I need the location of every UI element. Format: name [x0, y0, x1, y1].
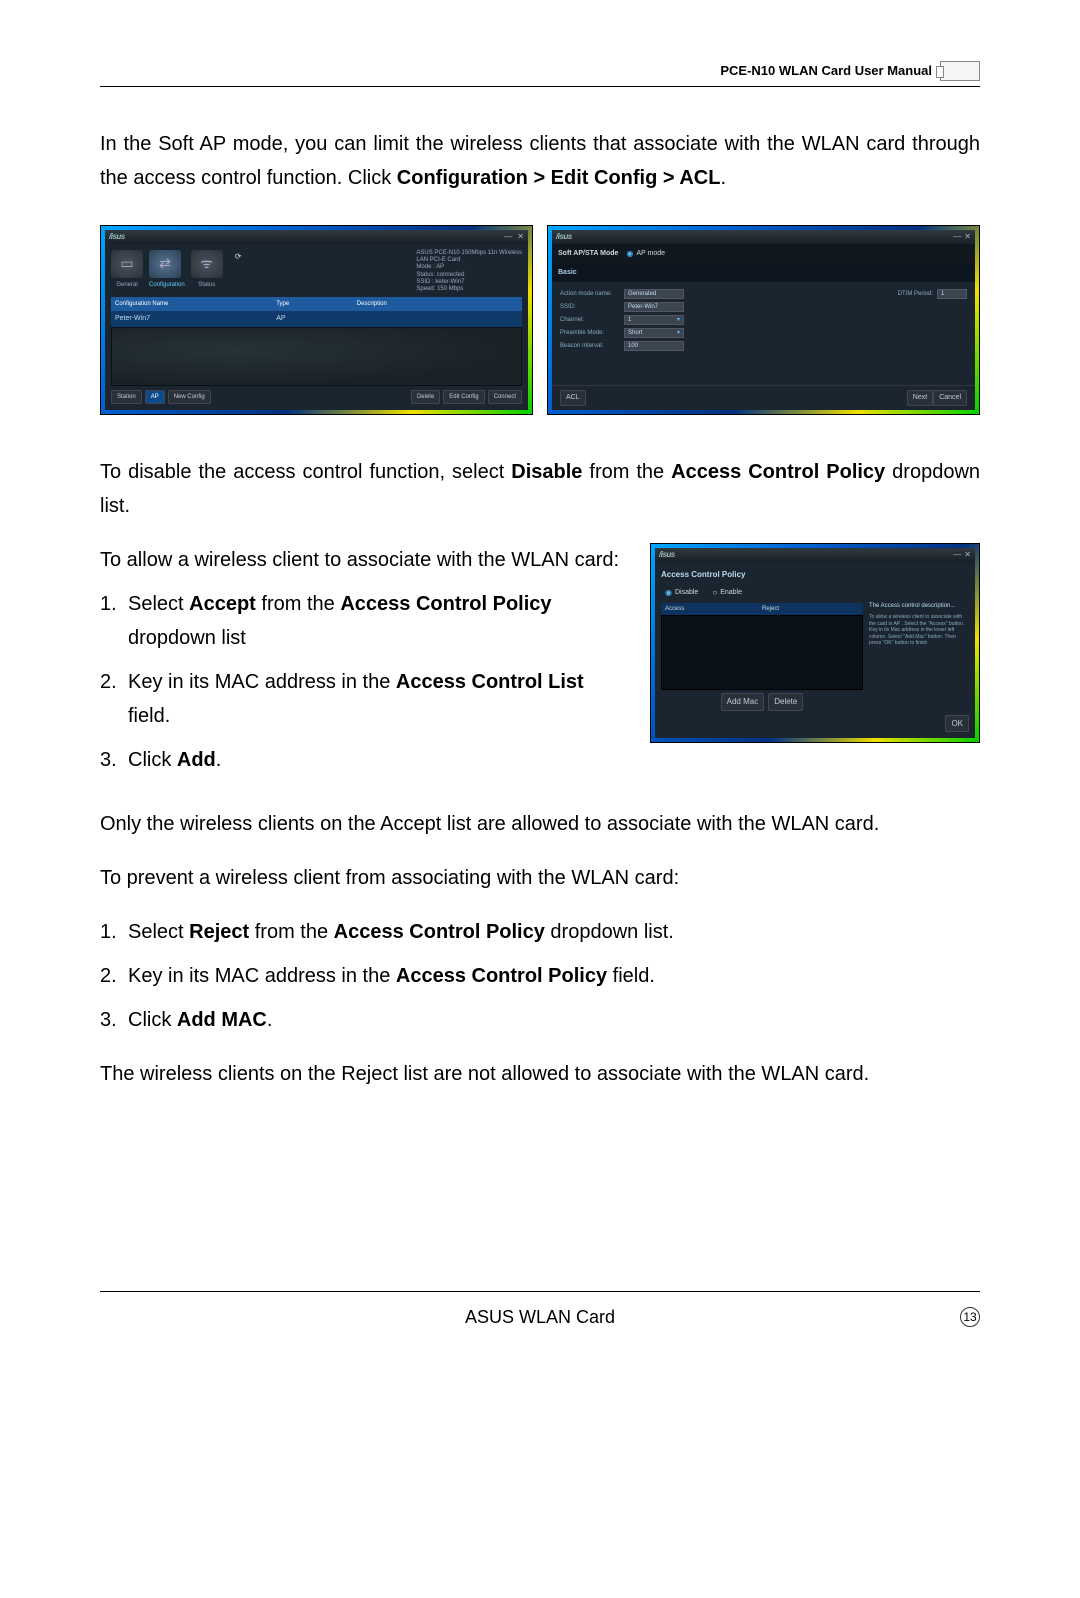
list-item: 3. Click Add MAC. — [100, 1003, 980, 1037]
titlebar: /isus —✕ — [552, 230, 975, 244]
add-mac-button[interactable]: Add Mac — [721, 693, 765, 711]
list-item: 2. Key in its MAC address in the Access … — [100, 665, 630, 733]
channel-dropdown[interactable]: 1 — [624, 315, 684, 325]
enable-radio[interactable]: Enable — [712, 586, 742, 600]
list-header: Configuration NameTypeDescription — [111, 297, 522, 311]
page-number: 13 — [960, 1307, 980, 1327]
next-button[interactable]: Next — [907, 390, 933, 406]
header-title: PCE-N10 WLAN Card User Manual — [720, 60, 932, 82]
intro-paragraph: In the Soft AP mode, you can limit the w… — [100, 127, 980, 195]
delete-button[interactable]: Delete — [411, 390, 440, 404]
ap-button[interactable]: AP — [145, 390, 165, 404]
dtim-input[interactable]: 1 — [937, 289, 967, 299]
window-controls: — ✕ — [501, 230, 524, 244]
ssid-input[interactable]: Peter-Win7 — [624, 302, 684, 312]
general-icon: ▭ — [120, 252, 133, 276]
close-icon[interactable]: ✕ — [964, 550, 971, 559]
list-item: 3. Click Add. — [100, 743, 630, 777]
screenshot-edit-config: /isus —✕ Soft AP/STA Mode AP mode Basic … — [547, 225, 980, 415]
acl-list-box — [661, 615, 863, 689]
prevent-after: The wireless clients on the Reject list … — [100, 1057, 980, 1091]
card-info: ASUS PCE-N10 150Mbps 11n Wireless LAN PC… — [416, 250, 522, 293]
screenshot-config-list: /isus — ✕ ▭ General ⇄ Configur — [100, 225, 533, 415]
prevent-steps: 1. Select Reject from the Access Control… — [100, 915, 980, 1037]
config-icon: ⇄ — [159, 252, 171, 276]
mode-row: Soft AP/STA Mode AP mode — [552, 244, 975, 264]
minimize-icon[interactable]: — — [953, 232, 961, 241]
minimize-icon[interactable]: — — [504, 232, 512, 241]
page-footer: ASUS WLAN Card 13 — [100, 1291, 980, 1333]
ap-mode-radio[interactable]: AP mode — [626, 247, 665, 261]
prevent-intro: To prevent a wireless client from associ… — [100, 861, 980, 895]
asus-logo: /isus — [556, 230, 572, 244]
allow-intro: To allow a wireless client to associate … — [100, 543, 630, 577]
ok-button[interactable]: OK — [945, 715, 969, 733]
screenshot-row: /isus — ✕ ▭ General ⇄ Configur — [100, 225, 980, 415]
close-icon[interactable]: ✕ — [517, 232, 524, 241]
preamble-dropdown[interactable]: Short — [624, 328, 684, 338]
disable-paragraph: To disable the access control function, … — [100, 455, 980, 523]
list-area — [111, 327, 522, 386]
close-icon[interactable]: ✕ — [964, 232, 971, 241]
basic-section: Basic — [552, 264, 975, 282]
acl-button[interactable]: ACL — [560, 390, 586, 406]
acl-columns: AccessReject — [661, 603, 863, 615]
action-name-input[interactable]: Generated — [624, 289, 684, 299]
connect-button[interactable]: Connect — [488, 390, 522, 404]
asus-logo: /isus — [659, 548, 675, 562]
tab-general[interactable]: ▭ General — [111, 250, 143, 290]
new-config-button[interactable]: New Config — [168, 390, 211, 404]
tab-configuration[interactable]: ⇄ Configuration — [149, 250, 185, 290]
intro-post: . — [720, 167, 726, 189]
edit-config-button[interactable]: Edit Config — [443, 390, 484, 404]
asus-logo: /isus — [109, 230, 125, 244]
allow-steps: 1. Select Accept from the Access Control… — [100, 587, 630, 777]
intro-bold: Configuration > Edit Config > ACL — [397, 167, 721, 189]
cancel-button[interactable]: Cancel — [933, 390, 967, 406]
wlan-card-icon — [940, 61, 980, 81]
minimize-icon[interactable]: — — [953, 550, 961, 559]
tab-status[interactable]: ᯤ Status — [191, 250, 223, 290]
station-button[interactable]: Station — [111, 390, 142, 404]
list-row-selected[interactable]: Peter-Win7AP — [111, 311, 522, 327]
list-item: 1. Select Accept from the Access Control… — [100, 587, 630, 655]
screenshot-acl-policy: /isus —✕ Access Control Policy Disable E… — [650, 543, 980, 743]
list-item: 1. Select Reject from the Access Control… — [100, 915, 980, 949]
list-item: 2. Key in its MAC address in the Access … — [100, 959, 980, 993]
refresh-icon[interactable]: ⟳ — [235, 250, 242, 264]
acl-footer: ACL Next Cancel — [552, 385, 975, 410]
page-header: PCE-N10 WLAN Card User Manual — [100, 60, 980, 87]
delete-mac-button[interactable]: Delete — [768, 693, 803, 711]
footer-text: ASUS WLAN Card — [465, 1302, 615, 1333]
beacon-input[interactable]: 100 — [624, 341, 684, 351]
disable-radio[interactable]: Disable — [665, 586, 698, 600]
status-icon: ᯤ — [200, 252, 213, 276]
acl-description: The Access control description... To all… — [869, 603, 969, 710]
allow-after: Only the wireless clients on the Accept … — [100, 807, 980, 841]
titlebar: /isus — ✕ — [105, 230, 528, 244]
acl-policy-title: Access Control Policy — [661, 568, 969, 582]
